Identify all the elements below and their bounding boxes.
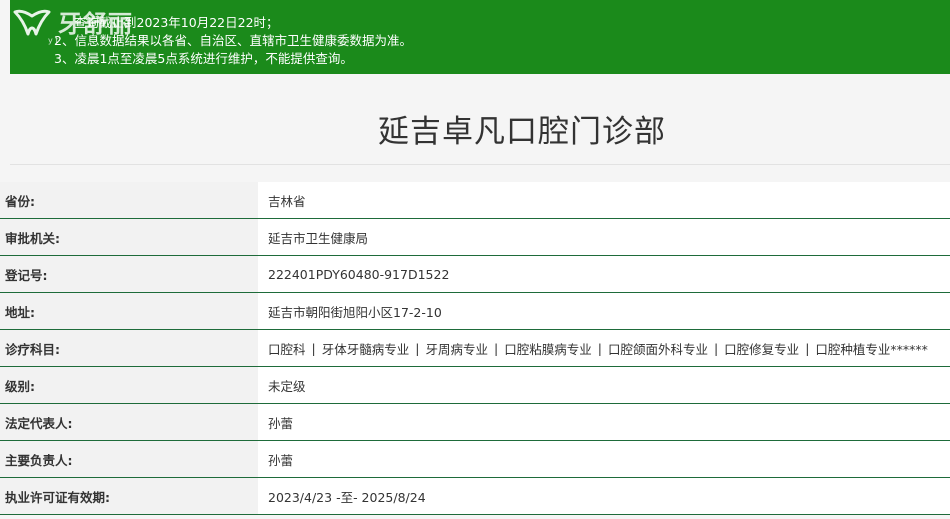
clinic-title: 延吉卓凡口腔门诊部 <box>378 114 666 150</box>
scope-value: 口腔科 | 牙体牙髓病专业 | 牙周病专业 | 口腔粘膜病专业 | 口腔颌面外科… <box>258 330 950 366</box>
row-province: 省份: 吉林省 <box>0 182 950 219</box>
scope-label: 诊疗科目: <box>0 330 258 366</box>
scope-item: 口腔粘膜病专业 <box>504 341 592 357</box>
authority-value: 延吉市卫生健康局 <box>258 219 950 255</box>
clinic-info-table: 省份: 吉林省 审批机关: 延吉市卫生健康局 登记号: 222401PDY604… <box>0 182 950 515</box>
principal-value: 孙蕾 <box>258 441 950 477</box>
authority-label: 审批机关: <box>0 219 258 255</box>
title-divider <box>10 164 950 165</box>
scope-separator: | <box>493 340 499 356</box>
scope-item: 口腔科 <box>268 341 306 357</box>
scope-separator: | <box>311 340 316 356</box>
row-validity: 执业许可证有效期: 2023/4/23 -至- 2025/8/24 <box>0 478 950 515</box>
level-value: 未定级 <box>258 367 950 403</box>
row-reg-no: 登记号: 222401PDY60480-917D1522 <box>0 256 950 293</box>
address-value: 延吉市朝阳街旭阳小区17-2-10 <box>258 293 950 329</box>
row-address: 地址: 延吉市朝阳街旭阳小区17-2-10 <box>0 293 950 330</box>
scope-separator: | <box>415 340 420 356</box>
page: 查询截止到2023年10月22日22时； 2、信息数据结果以各省、自治区、直辖市… <box>0 0 950 519</box>
row-legal-rep: 法定代表人: 孙蕾 <box>0 404 950 441</box>
scope-item: 牙周病专业 <box>425 341 488 357</box>
scope-item: 口腔颌面外科专业 <box>607 341 708 357</box>
row-scope: 诊疗科目: 口腔科 | 牙体牙髓病专业 | 牙周病专业 | 口腔粘膜病专业 | … <box>0 330 950 367</box>
address-label: 地址: <box>0 293 258 329</box>
province-value: 吉林省 <box>258 182 950 218</box>
row-principal: 主要负责人: 孙蕾 <box>0 441 950 478</box>
notice-line-1: 查询截止到2023年10月22日22时； <box>74 15 279 30</box>
notice-line-3: 3、凌晨1点至凌晨5点系统进行维护，不能提供查询。 <box>54 51 353 66</box>
scope-separator: | <box>597 340 602 356</box>
notice-banner: 查询截止到2023年10月22日22时； 2、信息数据结果以各省、自治区、直辖市… <box>10 0 950 74</box>
scope-separator: | <box>713 340 719 356</box>
validity-label: 执业许可证有效期: <box>0 478 258 514</box>
legal-rep-label: 法定代表人: <box>0 404 258 440</box>
row-level: 级别: 未定级 <box>0 367 950 404</box>
principal-label: 主要负责人: <box>0 441 258 477</box>
level-label: 级别: <box>0 367 258 403</box>
scope-item: 口腔种植专业****** <box>815 341 928 357</box>
scope-item: 口腔修复专业 <box>724 341 800 357</box>
notice-line-2: 2、信息数据结果以各省、自治区、直辖市卫生健康委数据为准。 <box>54 33 412 48</box>
legal-rep-value: 孙蕾 <box>258 404 950 440</box>
scope-separator: | <box>805 340 810 356</box>
row-authority: 审批机关: 延吉市卫生健康局 <box>0 219 950 256</box>
reg-no-value: 222401PDY60480-917D1522 <box>258 256 950 292</box>
scope-item: 牙体牙髓病专业 <box>321 341 410 357</box>
validity-value: 2023/4/23 -至- 2025/8/24 <box>258 478 950 514</box>
province-label: 省份: <box>0 182 258 218</box>
reg-no-label: 登记号: <box>0 256 258 292</box>
